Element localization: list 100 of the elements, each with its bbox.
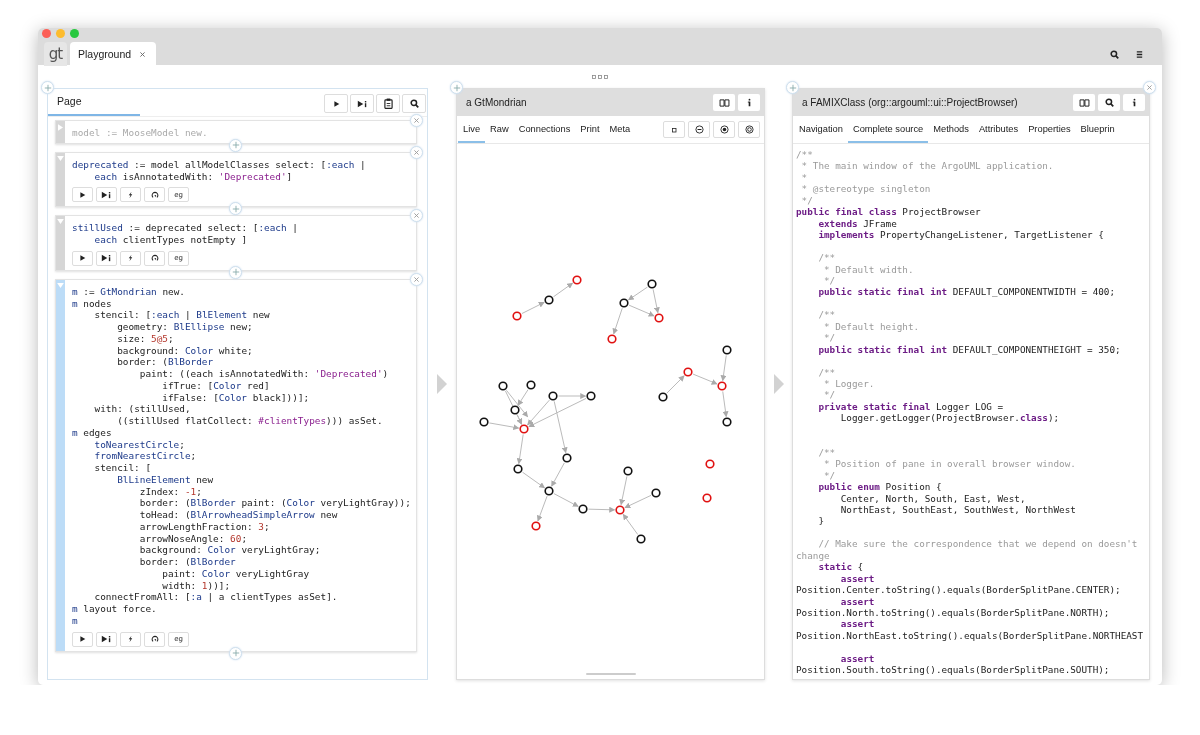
tab[interactable]: Complete source: [847, 116, 929, 143]
tab[interactable]: Raw: [485, 116, 514, 143]
tab[interactable]: Print: [575, 116, 605, 143]
code-line: Position.South.toString().equals(BorderSplitPane.SOUTH);: [796, 664, 1111, 676]
profile-button[interactable]: [144, 631, 165, 647]
code-line: Position.North.toString().equals(BorderSplitPane.NORTH);: [796, 607, 1111, 619]
graph-node: [510, 405, 520, 415]
code-line: }: [817, 515, 825, 527]
run-button[interactable]: [72, 250, 93, 266]
close-icon: [1146, 84, 1153, 91]
graph-node: [513, 464, 523, 474]
profile-button[interactable]: [144, 187, 165, 203]
menu-icon: [1135, 49, 1144, 59]
code-line: Logger.getLogger(ProjectBrowser.class);: [839, 412, 1061, 424]
plus-icon: [788, 83, 797, 92]
graph-node: [578, 504, 588, 514]
code-comment: change: [796, 549, 831, 562]
graph-node: [586, 391, 596, 401]
close-icon: [413, 117, 420, 124]
code-line: toHead: (BlArrowheadSimpleArrow new: [138, 509, 339, 521]
snippet-handle[interactable]: [56, 152, 65, 207]
graph-node: [705, 459, 715, 469]
code-comment: * Position of pane in overall browser window.: [823, 458, 1077, 470]
resize-handle[interactable]: [585, 673, 636, 675]
add-button[interactable]: [786, 81, 799, 94]
run-button[interactable]: [72, 631, 93, 647]
search-button[interactable]: [1098, 94, 1120, 111]
snippet-handle[interactable]: [56, 279, 65, 651]
tab[interactable]: Methods: [928, 116, 974, 143]
code-comment: */: [823, 274, 837, 287]
zoom-fit-button[interactable]: [713, 121, 735, 138]
snippet-handle[interactable]: [56, 216, 65, 270]
code-line: ifTrue: [Color red]: [161, 379, 271, 392]
zoom-window-button[interactable]: [70, 29, 79, 38]
search-button[interactable]: [402, 94, 426, 113]
code-line: stencil: [:each | BlElement new: [93, 309, 271, 321]
zoom-out-button[interactable]: [688, 121, 710, 138]
code-line: deprecated := model allModelClasses select: [:each |: [72, 158, 367, 171]
run-inspect-button[interactable]: [96, 187, 117, 203]
book-button[interactable]: [713, 94, 735, 111]
code-line: assert: [839, 652, 876, 665]
graph-edge: [622, 513, 639, 536]
code-line: arrowNoseAngle: 60;: [138, 532, 249, 545]
code-line: public final class ProjectBrowser: [796, 206, 982, 218]
tab[interactable]: Properties: [1023, 116, 1076, 143]
run-inspect-button[interactable]: [96, 250, 117, 266]
plus-icon: [452, 83, 461, 92]
graph-edge: [720, 354, 727, 382]
code-line: arrowLengthFraction: 3;: [138, 520, 271, 533]
graph-edge: [627, 286, 648, 301]
run-inspect-button[interactable]: [350, 94, 374, 113]
code-comment: /**: [817, 309, 837, 321]
close-icon: [413, 148, 420, 156]
graph-edge: [588, 506, 616, 513]
code-comment: * @stereotype singleton: [800, 183, 932, 195]
code-comment: // Make sure the correspondence that we depend on doesn't: [817, 538, 1139, 550]
code-comment: /**: [817, 446, 837, 459]
tab[interactable]: Navigation: [794, 116, 848, 143]
graph-node: [623, 466, 633, 476]
graph-node: [647, 279, 657, 289]
run-button[interactable]: [72, 187, 93, 203]
tab[interactable]: Connections: [513, 116, 576, 143]
graph-edge: [722, 390, 729, 418]
graph-node: [651, 488, 661, 498]
close-window-button[interactable]: [42, 29, 51, 38]
tab[interactable]: Playground: [70, 42, 157, 66]
triangle-right-icon: [58, 124, 63, 131]
copy-button[interactable]: [376, 94, 400, 113]
run-inspect-button[interactable]: [96, 631, 117, 647]
close-button[interactable]: [410, 209, 423, 223]
close-button[interactable]: [410, 145, 423, 159]
profile-button[interactable]: [144, 250, 165, 266]
close-button[interactable]: [410, 272, 423, 286]
play-inspect-icon: [101, 254, 112, 263]
search-icon: [1110, 49, 1119, 59]
code-comment: /**: [796, 149, 814, 161]
book-button[interactable]: [1073, 94, 1095, 111]
add-button[interactable]: [450, 81, 463, 94]
code-line: connectFromAll: [:a | a clientTypes asSet].: [93, 591, 339, 603]
play-icon: [79, 635, 86, 643]
plus-icon: [231, 268, 240, 277]
code-line: BlLineElement new: [116, 473, 215, 486]
play-inspect-icon: [101, 635, 112, 643]
tab[interactable]: Meta: [604, 116, 636, 143]
tab[interactable]: Page: [48, 95, 140, 116]
snippet-handle[interactable]: [56, 121, 65, 143]
code-line: ifFalse: [Color black]))];: [161, 391, 311, 404]
graph-node: [615, 505, 625, 515]
add-button[interactable]: [41, 81, 54, 94]
info-button[interactable]: [738, 94, 760, 111]
graph-edge: [516, 433, 524, 465]
minimize-window-button[interactable]: [56, 29, 65, 38]
tab[interactable]: Live: [458, 116, 486, 143]
circular-arrow-icon: [150, 190, 159, 199]
graph-node: [548, 391, 558, 401]
code-line: Position.Center.toString().equals(BorderSplitPane.CENTER);: [796, 584, 1122, 596]
tab[interactable]: Blueprin: [1075, 116, 1120, 143]
tab[interactable]: Attributes: [973, 116, 1024, 143]
close-button[interactable]: [1143, 81, 1156, 94]
zoom-reset-button[interactable]: [738, 121, 760, 138]
